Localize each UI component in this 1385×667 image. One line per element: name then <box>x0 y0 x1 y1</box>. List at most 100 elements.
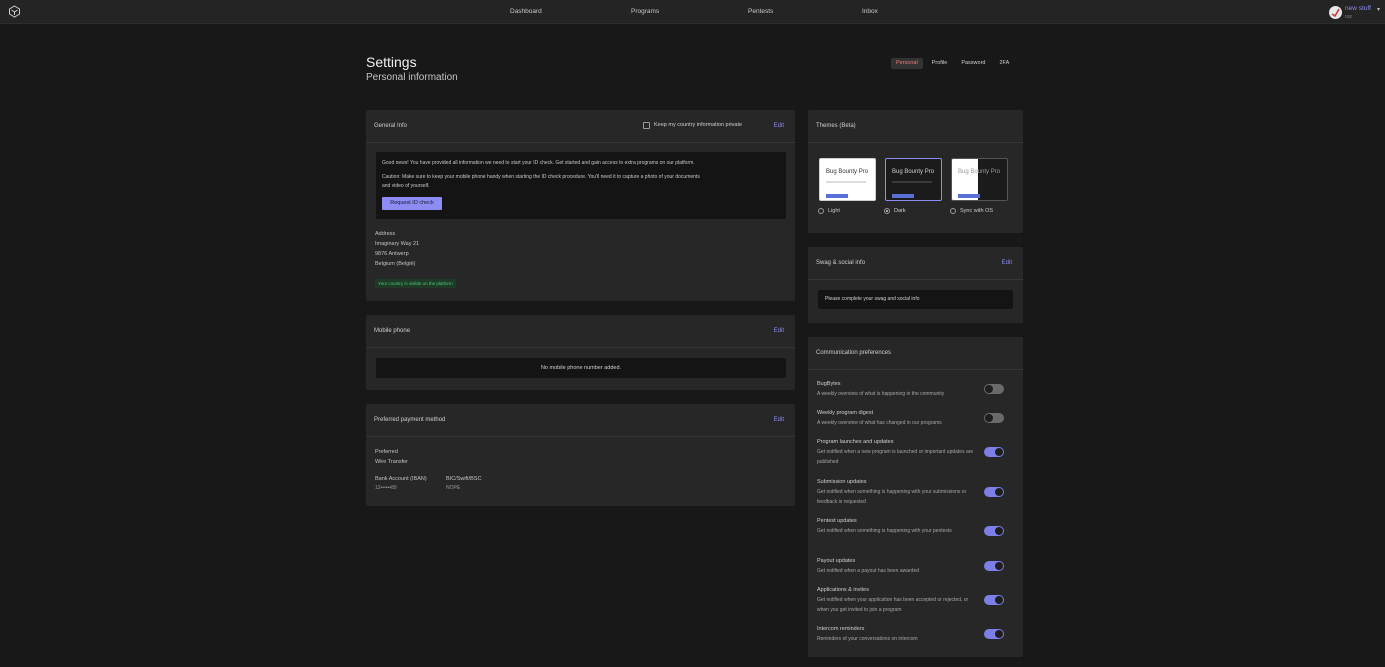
pref-description: Get notified when a payout has been awar… <box>817 568 920 574</box>
tab-password[interactable]: Password <box>956 58 990 69</box>
swag-empty-message: Please complete your swag and social inf… <box>818 290 1013 309</box>
user-menu[interactable]: new stuff ISE ▾ <box>1329 4 1383 21</box>
radio-icon[interactable] <box>950 208 956 214</box>
notice-text: Good news! You have provided all informa… <box>382 160 695 166</box>
bic-label: BIC/Swift/BSC <box>446 476 482 482</box>
nav-dashboard[interactable]: Dashboard <box>510 8 542 15</box>
pref-title: Weekly program digest <box>817 410 874 416</box>
submission-updates-toggle[interactable] <box>984 487 1004 497</box>
request-id-check-button[interactable]: Request ID check <box>382 197 442 210</box>
communication-preferences-title: Communication preferences <box>816 350 892 356</box>
pref-description: Get notified when a new program is launc… <box>817 449 974 465</box>
pref-title: Program launches and updates <box>817 439 894 445</box>
pref-description: Get notified when something is happening… <box>817 528 952 534</box>
toggle-knob <box>985 414 993 422</box>
intercom-reminders-toggle[interactable] <box>984 629 1004 639</box>
top-navigation-bar: Dashboard Programs Pentests Inbox new st… <box>0 0 1385 24</box>
toggle-knob <box>995 488 1003 496</box>
general-info-edit-link[interactable]: Edit <box>774 123 784 129</box>
pref-description: Get notified when something is happening… <box>817 489 967 505</box>
id-check-notice: Good news! You have provided all informa… <box>376 152 786 219</box>
theme-label: Light <box>828 208 840 214</box>
user-subtitle: ISE <box>1345 14 1353 19</box>
address-label: Address <box>375 231 396 237</box>
toggle-knob <box>995 527 1003 535</box>
nav-inbox[interactable]: Inbox <box>862 8 878 15</box>
preview-button <box>826 194 848 198</box>
card-header: Preferred payment method Edit <box>366 404 795 437</box>
address-line: 9876 Antwerp <box>375 251 409 257</box>
notice-caution-text-cont: and video of yourself. <box>382 183 430 189</box>
page-title: Settings <box>366 54 417 70</box>
themes-title: Themes (Beta) <box>816 123 856 129</box>
pentest-updates-toggle[interactable] <box>984 526 1004 536</box>
pref-title: Intercom reminders <box>817 626 865 632</box>
radio-selected-icon[interactable] <box>884 208 890 214</box>
pref-description: Reminders of your conversations on inter… <box>817 636 918 642</box>
program-launches-toggle[interactable] <box>984 447 1004 457</box>
checkbox-icon[interactable] <box>643 122 650 129</box>
nav-pentests[interactable]: Pentests <box>748 8 773 15</box>
preview-button <box>958 194 980 198</box>
theme-preview-text: Bug Bounty Pro <box>826 169 869 175</box>
card-header: Themes (Beta) <box>808 110 1023 143</box>
preview-line <box>826 181 866 183</box>
general-info-title: General Info <box>374 123 408 129</box>
pref-title: BugBytes <box>817 381 841 387</box>
pref-description: A weekly overview of what is happening i… <box>817 391 945 397</box>
nav-programs[interactable]: Programs <box>631 8 659 15</box>
tab-profile[interactable]: Profile <box>927 58 953 69</box>
swag-social-title: Swag & social info <box>816 260 866 266</box>
user-name: new stuff <box>1345 5 1371 12</box>
weekly-digest-toggle[interactable] <box>984 413 1004 423</box>
bank-account-value: 12••••••89 <box>375 485 397 491</box>
pref-title: Pentest updates <box>817 518 857 524</box>
bank-account-label: Bank Account (IBAN) <box>375 476 427 482</box>
chevron-down-icon[interactable]: ▾ <box>1377 6 1380 13</box>
payout-updates-toggle[interactable] <box>984 561 1004 571</box>
radio-icon[interactable] <box>818 208 824 214</box>
pref-title: Payout updates <box>817 558 856 564</box>
preview-line <box>892 181 932 183</box>
theme-label: Dark <box>894 208 906 214</box>
toggle-knob <box>995 596 1003 604</box>
pref-title: Applications & invites <box>817 587 869 593</box>
toggle-knob <box>995 448 1003 456</box>
toggle-knob <box>985 385 993 393</box>
address-line: Belgium (België) <box>375 261 416 267</box>
theme-preview-light[interactable]: Bug Bounty Pro <box>819 158 876 201</box>
mobile-phone-title: Mobile phone <box>374 328 411 334</box>
card-header: Mobile phone Edit <box>366 315 795 348</box>
no-mobile-phone-message: No mobile phone number added. <box>376 358 786 378</box>
payment-method-edit-link[interactable]: Edit <box>774 417 784 423</box>
address-line: Imaginary Way 21 <box>375 241 420 247</box>
pref-title: Submission updates <box>817 479 867 485</box>
swag-social-edit-link[interactable]: Edit <box>1002 260 1012 266</box>
page-subtitle: Personal information <box>366 72 458 83</box>
notice-caution-text: Caution: Make sure to keep your mobile p… <box>382 174 700 180</box>
preview-button <box>892 194 914 198</box>
pref-description: A weekly overview of what has changed in… <box>817 420 942 426</box>
bic-value: NOPE <box>446 485 461 491</box>
avatar-icon <box>1331 8 1340 18</box>
settings-tabs: Personal Profile Password 2FA <box>891 58 1014 69</box>
country-visible-badge: Your country is visible on the platform <box>375 279 456 288</box>
preferred-label: Preferred <box>375 449 398 455</box>
mobile-phone-card: Mobile phone Edit <box>366 315 795 390</box>
theme-preview-dark[interactable]: Bug Bounty Pro <box>885 158 942 201</box>
tab-personal[interactable]: Personal <box>891 58 923 69</box>
theme-preview-text: Bug Bounty Pro <box>958 169 1001 175</box>
bug-logo-icon[interactable] <box>8 5 21 18</box>
bugbytes-toggle[interactable] <box>984 384 1004 394</box>
preferred-value: Wire Transfer <box>375 459 409 465</box>
pref-description: Get notified when your application has b… <box>817 597 969 613</box>
tab-2fa[interactable]: 2FA <box>994 58 1014 69</box>
payment-method-card: Preferred payment method Edit <box>366 404 795 506</box>
card-header: Communication preferences <box>808 337 1023 370</box>
theme-preview-sync[interactable]: Bug Bounty Pro <box>951 158 1008 201</box>
keep-country-private-label: Keep my country information private <box>654 122 743 128</box>
payment-method-title: Preferred payment method <box>374 417 446 423</box>
applications-invites-toggle[interactable] <box>984 595 1004 605</box>
mobile-phone-edit-link[interactable]: Edit <box>774 328 784 334</box>
toggle-knob <box>995 562 1003 570</box>
